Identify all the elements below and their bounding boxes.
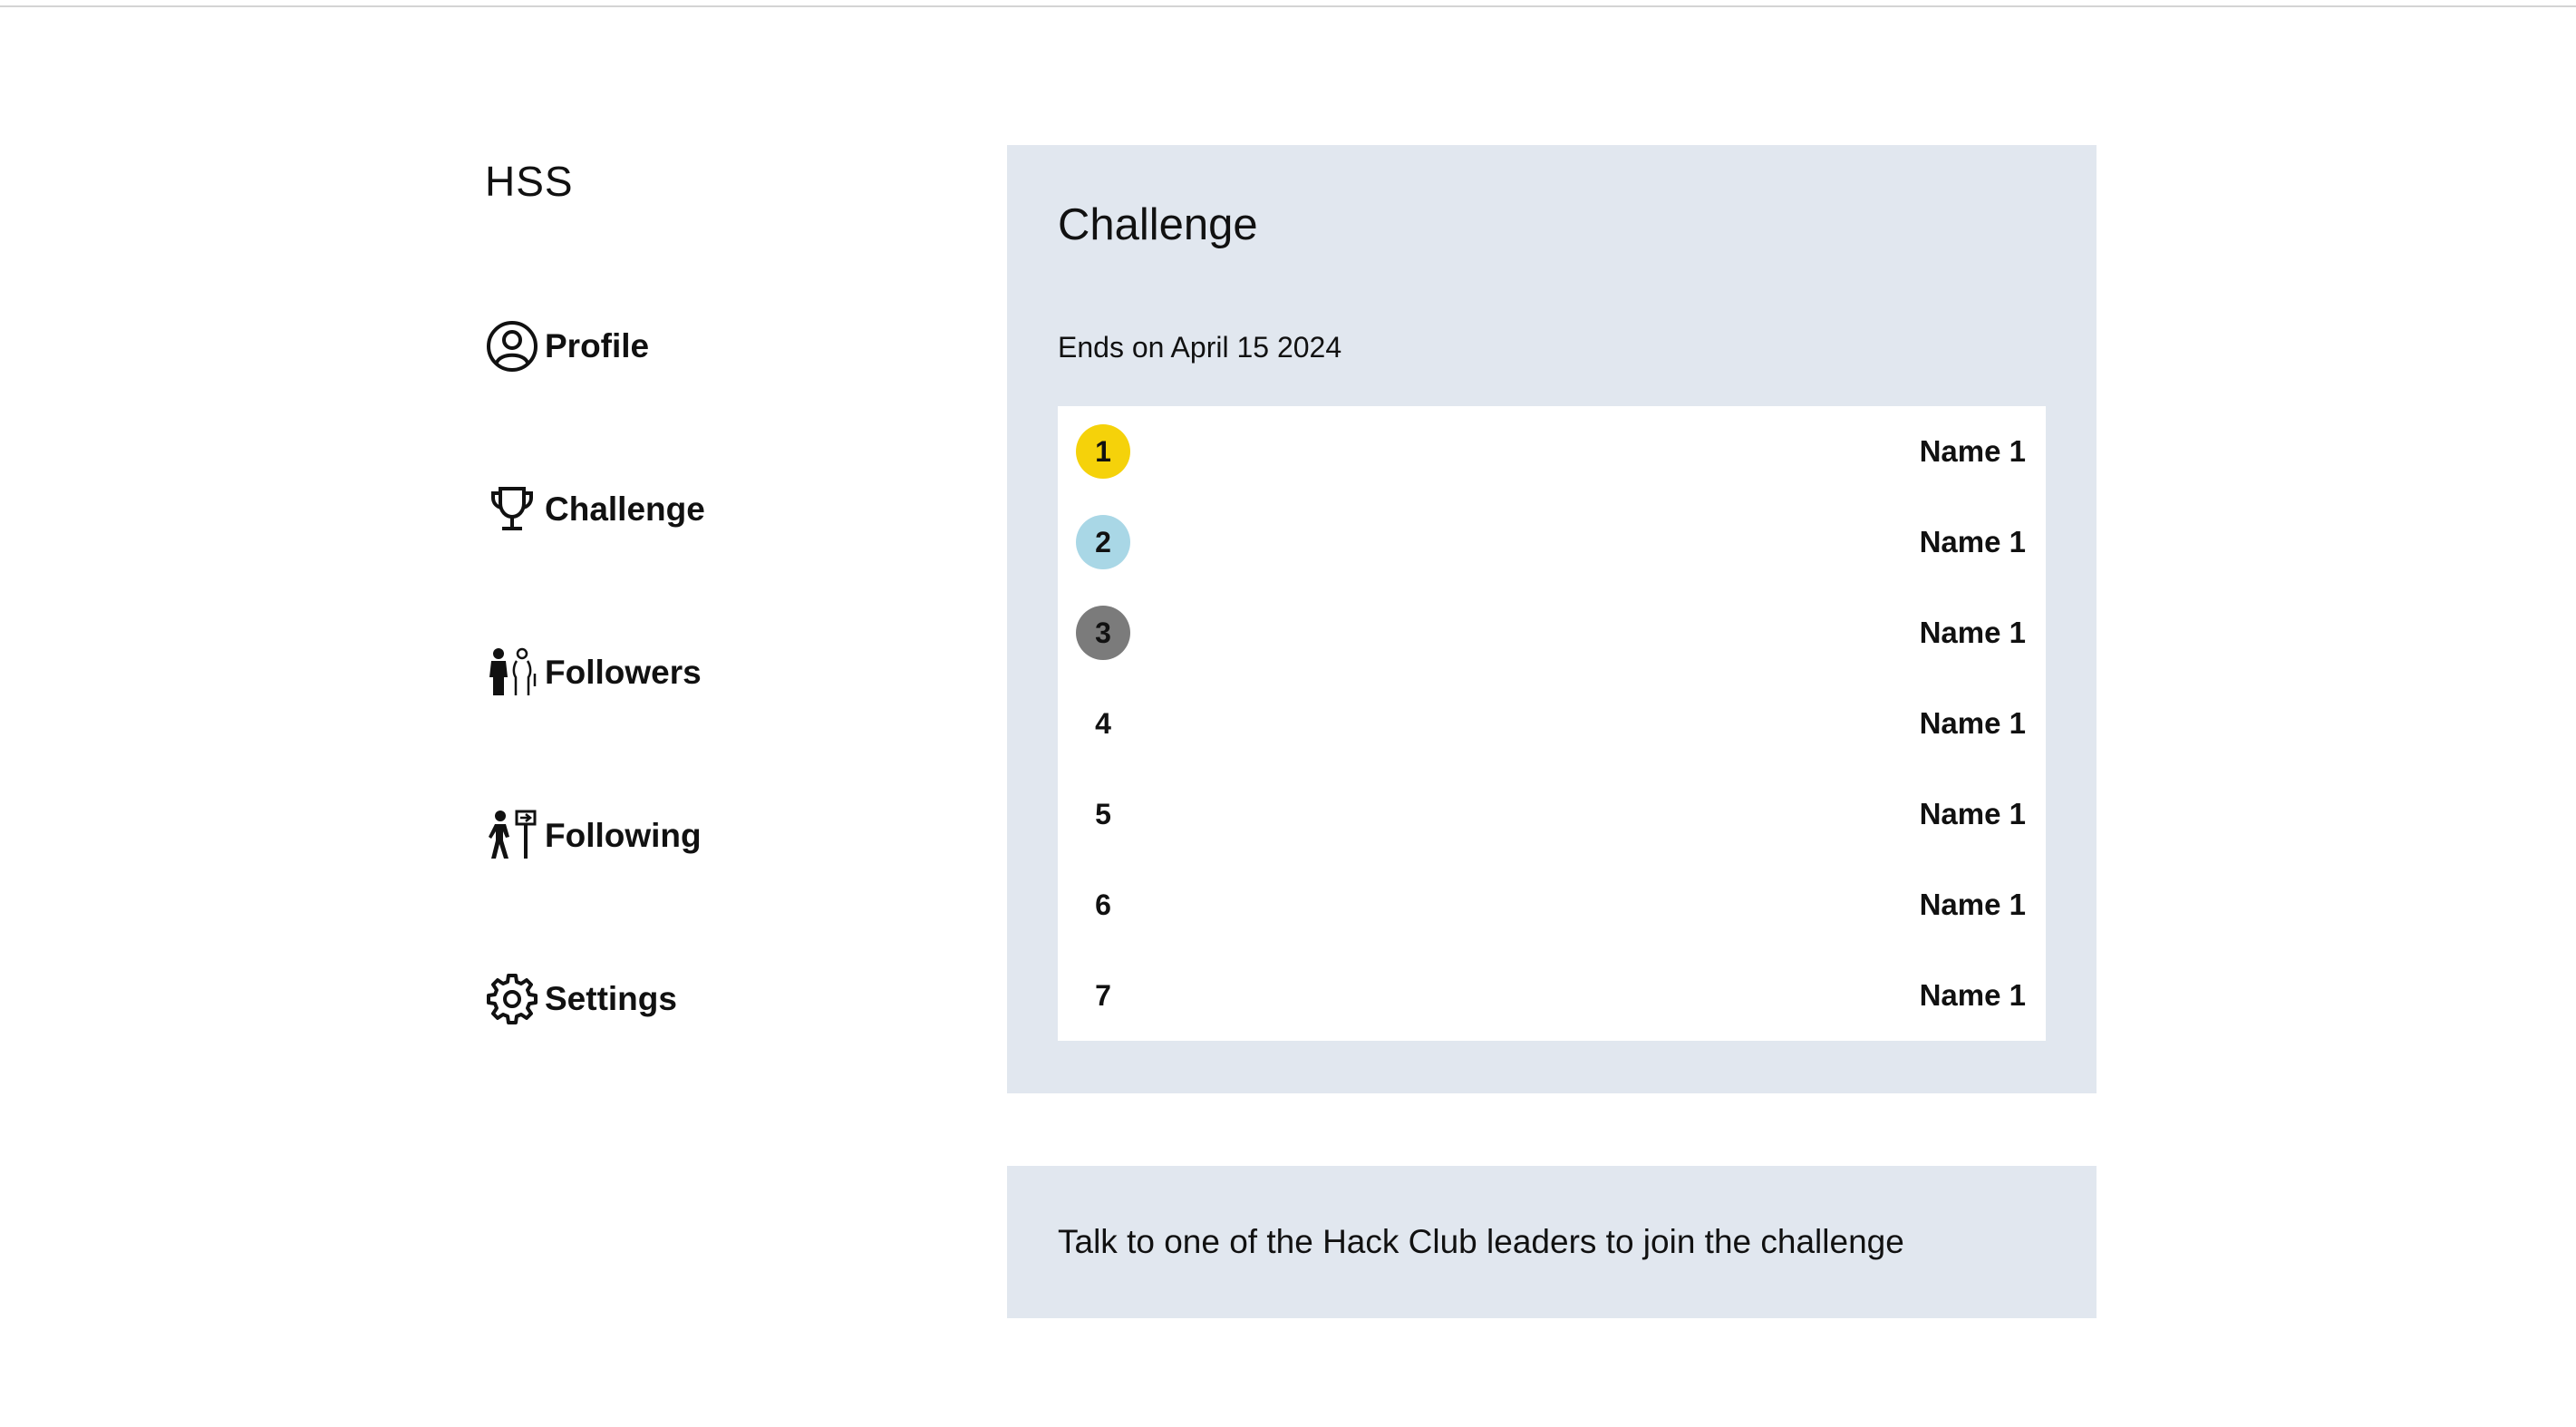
- sidebar-item-following[interactable]: Following: [485, 807, 702, 865]
- participant-name: Name 1: [1919, 525, 2026, 558]
- sidebar-item-profile[interactable]: Profile: [485, 317, 649, 375]
- rank-badge: 7: [1095, 978, 1111, 1012]
- leaderboard-row: 5 Name 1: [1058, 769, 2046, 859]
- participant-name: Name 1: [1919, 978, 2026, 1012]
- following-icon: [485, 809, 539, 863]
- brand-title[interactable]: HSS: [485, 154, 938, 209]
- leaderboard-row: 4 Name 1: [1058, 678, 2046, 769]
- challenge-title: Challenge: [1058, 200, 1258, 249]
- leaderboard-row: 6 Name 1: [1058, 859, 2046, 950]
- sidebar: HSS Profile Challenge Followers Followin…: [485, 154, 938, 1024]
- rank-badge: 6: [1095, 888, 1111, 921]
- challenge-card: Challenge Ends on April 15 2024 1 Name 1…: [1007, 145, 2097, 1093]
- rank-badge: 4: [1095, 706, 1111, 740]
- participant-name: Name 1: [1919, 888, 2026, 921]
- sidebar-item-challenge[interactable]: Challenge: [485, 481, 705, 539]
- sidebar-item-settings[interactable]: Settings: [485, 970, 677, 1028]
- rank-badge: 2: [1076, 515, 1130, 569]
- leaderboard-row: 3 Name 1: [1058, 587, 2046, 678]
- gear-icon: [485, 972, 539, 1026]
- sidebar-item-label: Followers: [545, 654, 702, 691]
- participant-name: Name 1: [1919, 797, 2026, 830]
- sidebar-item-followers[interactable]: Followers: [485, 644, 702, 702]
- leaderboard-row: 2 Name 1: [1058, 497, 2046, 587]
- join-info-text: Talk to one of the Hack Club leaders to …: [1058, 1223, 1904, 1260]
- user-circle-icon: [485, 319, 539, 374]
- join-info-card: Talk to one of the Hack Club leaders to …: [1007, 1166, 2097, 1318]
- rank-badge: 1: [1076, 424, 1130, 479]
- leaderboard-row: 1 Name 1: [1058, 406, 2046, 497]
- leaderboard: 1 Name 1 2 Name 1 3 Name 1 4 Name 1 5 Na…: [1058, 406, 2046, 1041]
- followers-icon: [485, 646, 539, 700]
- top-divider: [0, 5, 2576, 7]
- leaderboard-row: 7 Name 1: [1058, 950, 2046, 1041]
- sidebar-item-label: Settings: [545, 980, 677, 1017]
- participant-name: Name 1: [1919, 616, 2026, 649]
- sidebar-item-label: Following: [545, 817, 702, 854]
- participant-name: Name 1: [1919, 434, 2026, 468]
- rank-badge: 5: [1095, 797, 1111, 830]
- trophy-icon: [485, 482, 539, 537]
- rank-badge: 3: [1076, 606, 1130, 660]
- sidebar-item-label: Profile: [545, 327, 650, 364]
- participant-name: Name 1: [1919, 706, 2026, 740]
- challenge-end-date: Ends on April 15 2024: [1058, 331, 1342, 364]
- sidebar-item-label: Challenge: [545, 490, 705, 528]
